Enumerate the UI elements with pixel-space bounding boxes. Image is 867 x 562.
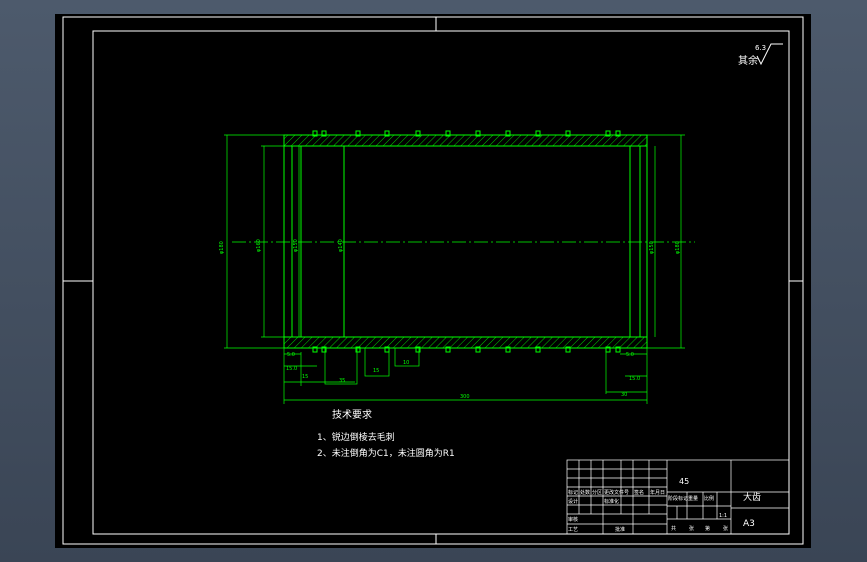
tb-scale: 1:1 [719,513,727,519]
dim-mid-1: 15 [373,368,379,374]
svg-text:年月日: 年月日 [650,489,665,496]
dim-left-3: 15 [302,374,308,380]
length-labels: 300 5.0 15.0 15 35 15 10 5.0 15.0 30 [286,352,640,400]
dim-diam-1: φ180 [219,241,225,254]
tb-part-name: 大齿 [743,491,761,503]
svg-text:比例: 比例 [704,495,714,502]
dim-diam-4: φ140 [338,239,344,252]
dim-right-1: 5.0 [626,352,634,358]
tb-material: 45 [679,477,689,486]
svg-text:张: 张 [723,525,728,532]
bottom-wall-hatch [283,336,648,349]
dim-right-2: 15.0 [629,376,640,382]
svg-text:共: 共 [671,525,676,532]
tech-req-item-2: 2、未注倒角为C1，未注圆角为R1 [317,447,455,459]
tech-req-item-1: 1、锐边倒棱去毛刺 [317,431,395,443]
svg-text:阶段标记: 阶段标记 [668,495,688,502]
tech-req-title: 技术要求 [332,408,372,421]
dim-left-4: 35 [339,378,345,384]
dim-right-3: 30 [621,392,627,398]
tech-requirements: 技术要求 1、锐边倒棱去毛刺 2、未注倒角为C1，未注圆角为R1 [317,408,455,459]
svg-text:更改文件号: 更改文件号 [604,489,629,496]
svg-text:分区: 分区 [592,489,602,496]
svg-text:批准: 批准 [615,526,625,533]
surface-roughness-note: 其余 6.3 [738,43,783,67]
outer-frame [62,16,804,545]
svg-text:签名: 签名 [634,489,644,496]
svg-text:工艺: 工艺 [568,527,578,533]
drawing-viewport[interactable]: 其余 6.3 φ180 φ160 φ150 φ140 φ150 φ180 300… [55,14,811,548]
top-wall-hatch [283,134,648,147]
diameter-labels: φ180 φ160 φ150 φ140 φ150 φ180 [219,239,681,254]
svg-text:重量: 重量 [688,495,698,502]
svg-text:标记: 标记 [568,489,578,496]
dim-mid-2: 10 [403,360,409,366]
dim-left-2: 15.0 [286,366,297,372]
svg-text:张: 张 [689,525,694,532]
dim-diam-5: φ150 [649,241,655,254]
svg-text:第: 第 [705,525,710,532]
roughness-value: 6.3 [755,44,766,52]
svg-text:审核: 审核 [568,516,578,523]
tb-sheet-label: A3 [743,519,755,529]
dim-diam-2: φ160 [256,239,262,252]
dim-overall-length: 300 [460,394,470,400]
svg-text:标准化: 标准化 [604,498,619,505]
svg-text:设计: 设计 [568,498,578,505]
svg-text:处数: 处数 [580,489,590,496]
dim-left-1: 5.0 [287,352,295,358]
cad-drawing: 其余 6.3 φ180 φ160 φ150 φ140 φ150 φ180 300… [62,16,804,545]
dim-diam-6: φ180 [675,241,681,254]
dim-diam-3: φ150 [293,239,299,252]
roughness-prefix: 其余 [738,54,758,67]
